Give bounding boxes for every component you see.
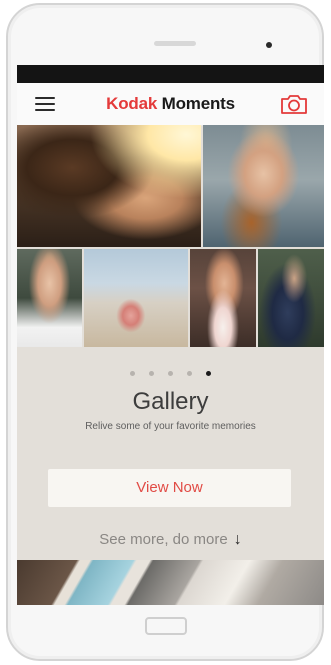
logo-word: Moments <box>157 94 235 113</box>
photo-girl-with-sunglasses[interactable] <box>17 249 82 347</box>
photo-child-drinking[interactable] <box>203 125 324 247</box>
pagination-dot[interactable] <box>168 371 173 376</box>
section-subtitle: Relive some of your favorite memories <box>85 421 256 432</box>
pagination-dot[interactable] <box>149 371 154 376</box>
see-more-label: See more, do more <box>99 531 228 548</box>
camera-icon[interactable] <box>279 93 309 115</box>
section-title: Gallery <box>132 388 209 415</box>
arrow-down-icon: ↓ <box>233 531 242 548</box>
earpiece-speaker <box>154 41 196 46</box>
carousel-pagination <box>17 371 324 379</box>
photo-birthday-cake[interactable] <box>190 249 256 347</box>
pagination-dot[interactable] <box>187 371 192 376</box>
home-button[interactable] <box>145 617 187 635</box>
view-now-button[interactable]: View Now <box>48 469 291 507</box>
photo-couple[interactable] <box>17 125 201 247</box>
photo-beach-toddler[interactable] <box>84 249 188 347</box>
app-header: Kodak Moments <box>17 83 324 126</box>
see-more-link[interactable]: See more, do more ↓ <box>17 531 324 549</box>
front-camera <box>266 42 272 48</box>
photo-father-and-child[interactable] <box>258 249 324 347</box>
photo-strip-preview <box>17 560 324 605</box>
status-bar <box>17 65 324 83</box>
pagination-dot-active[interactable] <box>206 371 211 376</box>
logo-brand: Kodak <box>106 94 158 113</box>
app-logo: Kodak Moments <box>17 94 324 114</box>
pagination-dot[interactable] <box>130 371 135 376</box>
app-screen: Kodak Moments Gallery Relive some of you… <box>17 65 324 605</box>
